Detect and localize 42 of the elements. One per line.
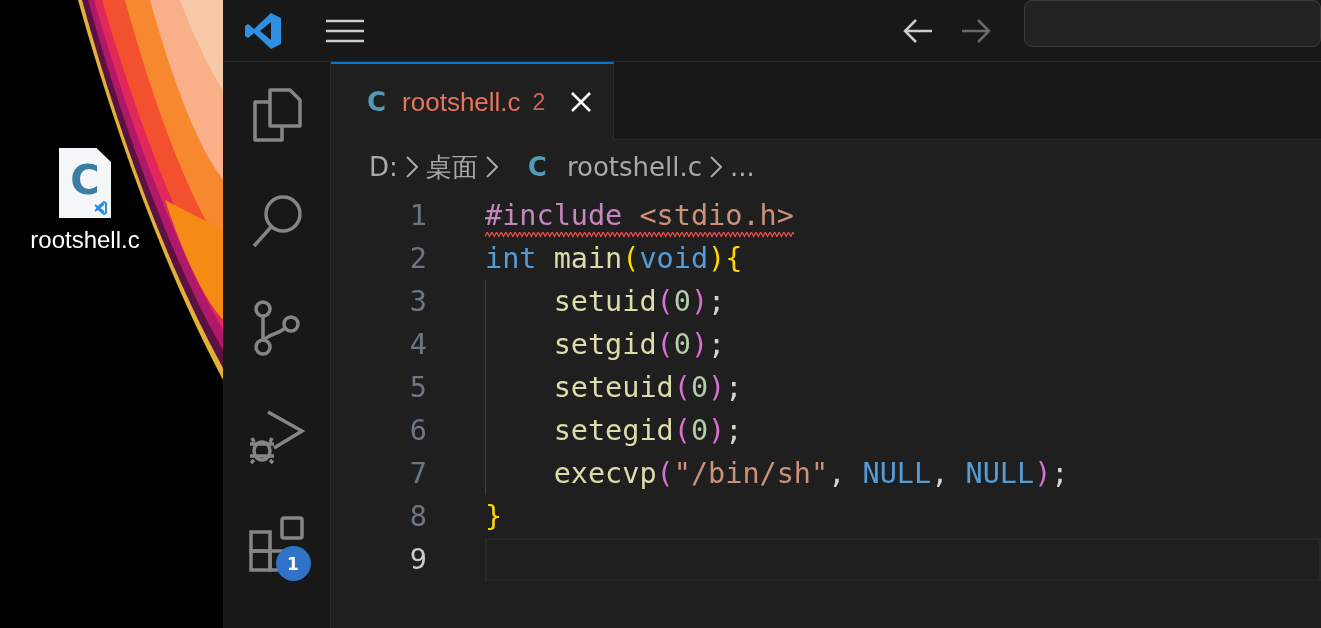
- code-line: }: [485, 499, 503, 535]
- code-line: setuid(0);: [552, 284, 726, 320]
- c-file-icon: C: [527, 152, 547, 182]
- menu-icon[interactable]: [326, 18, 364, 43]
- close-icon[interactable]: [571, 92, 592, 112]
- forward-arrow-icon[interactable]: [960, 17, 992, 44]
- c-file-icon[interactable]: C: [59, 148, 111, 218]
- extensions-icon[interactable]: [248, 516, 305, 572]
- line-number: 7: [408, 457, 427, 490]
- count-badge: 1: [275, 546, 311, 581]
- line-number: 5: [408, 371, 427, 404]
- line-number: 1: [408, 199, 427, 232]
- back-arrow-icon[interactable]: [902, 17, 934, 44]
- file-name: rootshell.c: [30, 226, 140, 254]
- code-line: setegid(0);: [552, 413, 743, 449]
- breadcrumb-item[interactable]: 桌面: [425, 149, 478, 185]
- search-field[interactable]: [1024, 0, 1321, 47]
- branch-icon[interactable]: [253, 300, 300, 356]
- line-number: 3: [408, 285, 427, 318]
- search-icon[interactable]: [250, 194, 303, 248]
- files-icon[interactable]: [251, 88, 302, 142]
- breadcrumb-item[interactable]: D:: [369, 152, 398, 182]
- problem-count: 2: [532, 88, 546, 116]
- code-line: execvp("/bin/sh", NULL, NULL);: [552, 456, 1069, 492]
- breadcrumb-item[interactable]: ...: [730, 152, 755, 182]
- code-line: int main(void){: [485, 241, 743, 277]
- line-number: 9: [408, 543, 427, 576]
- line-number: 6: [408, 414, 427, 447]
- code-line: seteuid(0);: [552, 370, 743, 406]
- app-logo-icon: [244, 11, 282, 50]
- line-number: 8: [408, 500, 427, 533]
- c-file-icon: C: [367, 87, 387, 117]
- chevron-right-icon: [710, 156, 723, 178]
- editor-tab[interactable]: C rootshell.c 2: [331, 62, 615, 140]
- code-line: setgid(0);: [552, 327, 726, 363]
- line-number: 2: [408, 242, 427, 275]
- run-debug-icon[interactable]: [247, 408, 306, 464]
- breadcrumb-item[interactable]: rootshell.c: [566, 152, 703, 182]
- code-line: #include <stdio.h>: [485, 198, 794, 234]
- chevron-right-icon: [405, 156, 418, 178]
- chevron-right-icon: [485, 156, 498, 178]
- line-number: 4: [408, 328, 427, 361]
